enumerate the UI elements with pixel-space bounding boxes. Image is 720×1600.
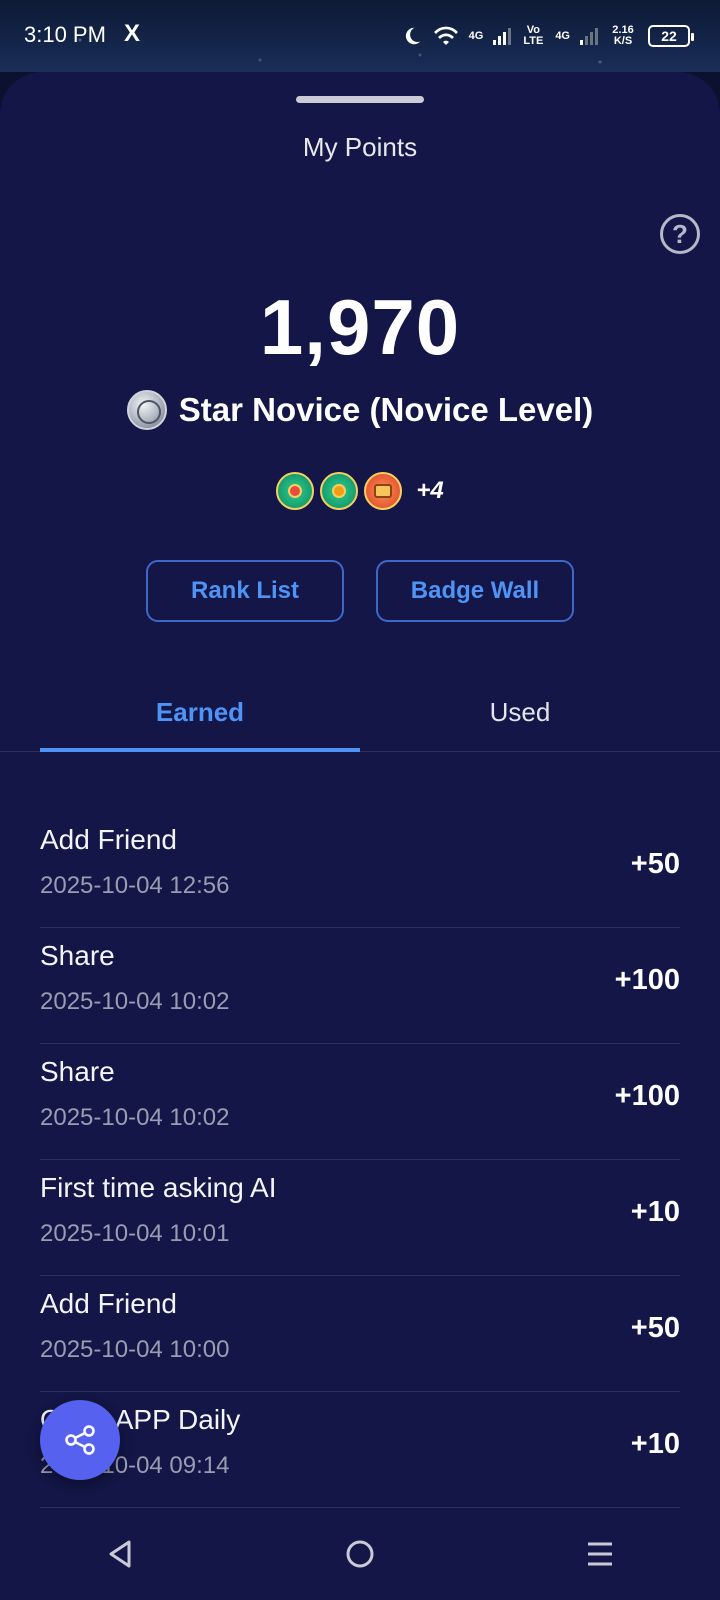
record-points: +50 xyxy=(630,848,680,880)
list-item[interactable]: First time asking AI 2025-10-04 10:01 +1… xyxy=(40,1160,680,1276)
share-nodes-icon xyxy=(65,1425,95,1455)
record-title: Share xyxy=(40,940,115,971)
drag-handle[interactable] xyxy=(296,96,424,103)
list-item[interactable]: Open APP Daily 2025-10-04 09:14 +10 xyxy=(40,1392,680,1508)
record-points: +10 xyxy=(630,1428,680,1460)
points-sheet: My Points ? 1,970 Star Novice (Novice Le… xyxy=(0,72,720,1600)
level-name: Star Novice (Novice Level) xyxy=(178,391,594,428)
hamburger-menu-icon xyxy=(588,1542,612,1566)
record-title: Share xyxy=(40,1056,115,1087)
badge-row[interactable]: +4 xyxy=(0,472,720,510)
wifi-icon xyxy=(433,26,458,45)
tab-indicator xyxy=(40,748,360,752)
network-4g-label-2: 4G xyxy=(555,29,570,42)
status-time: 3:10 PM xyxy=(24,22,106,47)
network-4g-label: 4G xyxy=(468,29,484,42)
nav-home-button[interactable] xyxy=(330,1524,390,1584)
triangle-back-icon xyxy=(109,1540,131,1568)
volte-label: Vo LTE xyxy=(523,24,544,47)
signal-bars-icon xyxy=(493,27,512,45)
nav-back-button[interactable] xyxy=(90,1524,150,1584)
record-date: 2025-10-04 10:00 xyxy=(40,1336,230,1363)
status-bar: 3:10 PM X 4G Vo LTE 4G 2.16 K/S 22 xyxy=(0,0,720,72)
list-item[interactable]: Share 2025-10-04 10:02 +100 xyxy=(40,928,680,1044)
list-item[interactable]: Share 2025-10-04 10:02 +100 xyxy=(40,1044,680,1160)
level-row: Star Novice (Novice Level) xyxy=(0,390,720,430)
question-circle-icon[interactable]: ? xyxy=(660,214,700,254)
record-date: 2025-10-04 10:01 xyxy=(40,1220,230,1247)
record-title: First time asking AI xyxy=(40,1172,277,1203)
x-app-icon: X xyxy=(124,20,141,47)
moon-icon xyxy=(405,27,420,45)
record-date: 2025-10-04 12:56 xyxy=(40,872,230,899)
record-date: 2025-10-04 10:02 xyxy=(40,988,230,1015)
page-title: My Points xyxy=(302,132,418,162)
battery-icon: 22 xyxy=(648,25,694,47)
badge-heart-icon xyxy=(276,472,315,510)
record-title: Add Friend xyxy=(40,1288,177,1319)
badges-more-count: +4 xyxy=(416,477,444,504)
status-icons: 4G Vo LTE 4G 2.16 K/S 22 xyxy=(401,20,694,52)
badge-wall-button[interactable]: Badge Wall xyxy=(376,560,574,622)
level-medal-icon xyxy=(126,390,167,430)
points-total: 1,970 xyxy=(259,283,461,371)
list-item[interactable]: Add Friend 2025-10-04 10:00 +50 xyxy=(40,1276,680,1392)
badge-chest-icon xyxy=(364,472,403,510)
tab-earned[interactable]: Earned xyxy=(40,672,360,752)
system-nav-bar xyxy=(0,1508,720,1600)
points-record-list: Add Friend 2025-10-04 12:56 +50 Share 20… xyxy=(40,812,680,1508)
tab-used[interactable]: Used xyxy=(360,672,680,752)
record-date: 2025-10-04 10:02 xyxy=(40,1104,230,1131)
network-speed: 2.16 K/S xyxy=(612,24,634,47)
tab-bar: Earned Used xyxy=(0,672,720,752)
record-points: +10 xyxy=(630,1196,680,1228)
record-points: +100 xyxy=(614,964,680,996)
signal-bars-icon-2 xyxy=(580,27,598,45)
rank-list-button[interactable]: Rank List xyxy=(146,560,344,622)
list-item[interactable]: Add Friend 2025-10-04 12:56 +50 xyxy=(40,812,680,928)
record-points: +50 xyxy=(630,1312,680,1344)
badge-balloon-icon xyxy=(320,472,359,510)
action-buttons: Rank List Badge Wall xyxy=(0,560,720,622)
circle-home-icon xyxy=(346,1540,374,1568)
share-fab-button[interactable] xyxy=(40,1400,120,1480)
nav-menu-button[interactable] xyxy=(570,1524,630,1584)
record-points: +100 xyxy=(614,1080,680,1112)
record-title: Add Friend xyxy=(40,824,177,855)
